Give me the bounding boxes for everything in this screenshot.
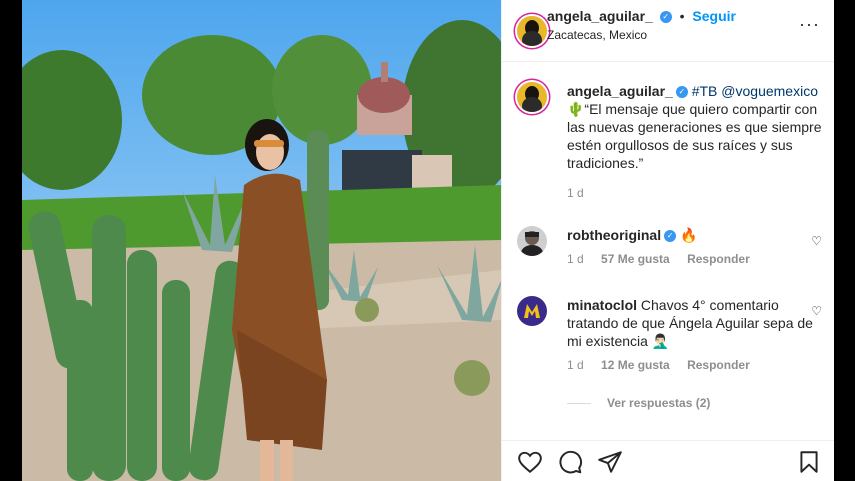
caption-time[interactable]: 1 d [567, 186, 584, 200]
separator-dot: • [679, 8, 685, 24]
caption: angela_aguilar_ ✓ #TB @voguemexico 🌵“El m… [517, 82, 822, 200]
comment-body: minatoclol Chavos 4° comentario tratando… [567, 296, 822, 350]
comment-text: 🔥 [680, 227, 698, 243]
comment-time[interactable]: 1 d [567, 358, 584, 372]
caption-username[interactable]: angela_aguilar_ [567, 83, 673, 99]
post-actions-bar [502, 440, 834, 481]
comment-meta: 1 d 12 Me gusta Responder [567, 358, 822, 372]
post-location[interactable]: Zacatecas, Mexico [547, 28, 647, 42]
comment-body: robtheoriginal ✓ 🔥 [567, 226, 822, 244]
share-paper-plane-icon[interactable] [597, 449, 623, 475]
comment-time[interactable]: 1 d [567, 252, 584, 266]
caption-avatar[interactable] [517, 82, 547, 112]
post-header: angela_aguilar_ ✓ • Seguir Zacatecas, Me… [502, 0, 834, 62]
verified-badge-icon: ✓ [664, 230, 677, 243]
comment-username[interactable]: robtheoriginal [567, 227, 661, 243]
comment-likes[interactable]: 12 Me gusta [601, 358, 670, 372]
caption-text: 🌵“El mensaje que quiero compartir con la… [567, 101, 822, 171]
commenter-avatar[interactable] [517, 296, 547, 326]
caption-tags[interactable]: #TB @voguemexico [692, 83, 818, 99]
like-comment-heart-icon[interactable]: ♡ [811, 304, 822, 318]
like-heart-icon[interactable] [517, 449, 543, 475]
view-replies-button[interactable]: Ver respuestas (2) [567, 396, 710, 410]
follow-button[interactable]: Seguir [692, 8, 736, 24]
author-avatar[interactable] [517, 16, 547, 46]
reply-button[interactable]: Responder [687, 358, 750, 372]
verified-badge-icon: ✓ [659, 11, 672, 24]
header-name-row: angela_aguilar_ ✓ • Seguir [547, 8, 736, 24]
caption-body: angela_aguilar_ ✓ #TB @voguemexico 🌵“El m… [567, 82, 822, 172]
post-photo-image [22, 0, 501, 481]
post-photo[interactable] [22, 0, 501, 481]
author-avatar-image [517, 16, 547, 46]
commenter-avatar-image [517, 296, 547, 326]
comment-likes[interactable]: 57 Me gusta [601, 252, 670, 266]
comment-meta: 1 d 57 Me gusta Responder [567, 252, 822, 266]
post-side-panel: angela_aguilar_ ✓ • Seguir Zacatecas, Me… [501, 0, 834, 481]
caption-avatar-image [517, 82, 547, 112]
view-replies-label: Ver respuestas (2) [607, 396, 711, 410]
instagram-post: angela_aguilar_ ✓ • Seguir Zacatecas, Me… [22, 0, 834, 481]
comment-username[interactable]: minatoclol [567, 297, 637, 313]
comment-item: minatoclol Chavos 4° comentario tratando… [517, 296, 822, 372]
replies-divider [567, 403, 591, 405]
more-options-icon[interactable]: ··· [799, 14, 820, 35]
comment-bubble-icon[interactable] [557, 449, 583, 475]
caption-meta: 1 d [567, 186, 822, 200]
commenter-avatar[interactable] [517, 226, 547, 256]
comment-item: robtheoriginal ✓ 🔥 1 d 57 Me gusta Respon… [517, 226, 822, 266]
verified-badge-icon: ✓ [675, 86, 688, 99]
reply-button[interactable]: Responder [687, 252, 750, 266]
author-username[interactable]: angela_aguilar_ [547, 8, 653, 24]
like-comment-heart-icon[interactable]: ♡ [811, 234, 822, 248]
save-bookmark-icon[interactable] [796, 449, 822, 475]
commenter-avatar-image [517, 226, 547, 256]
